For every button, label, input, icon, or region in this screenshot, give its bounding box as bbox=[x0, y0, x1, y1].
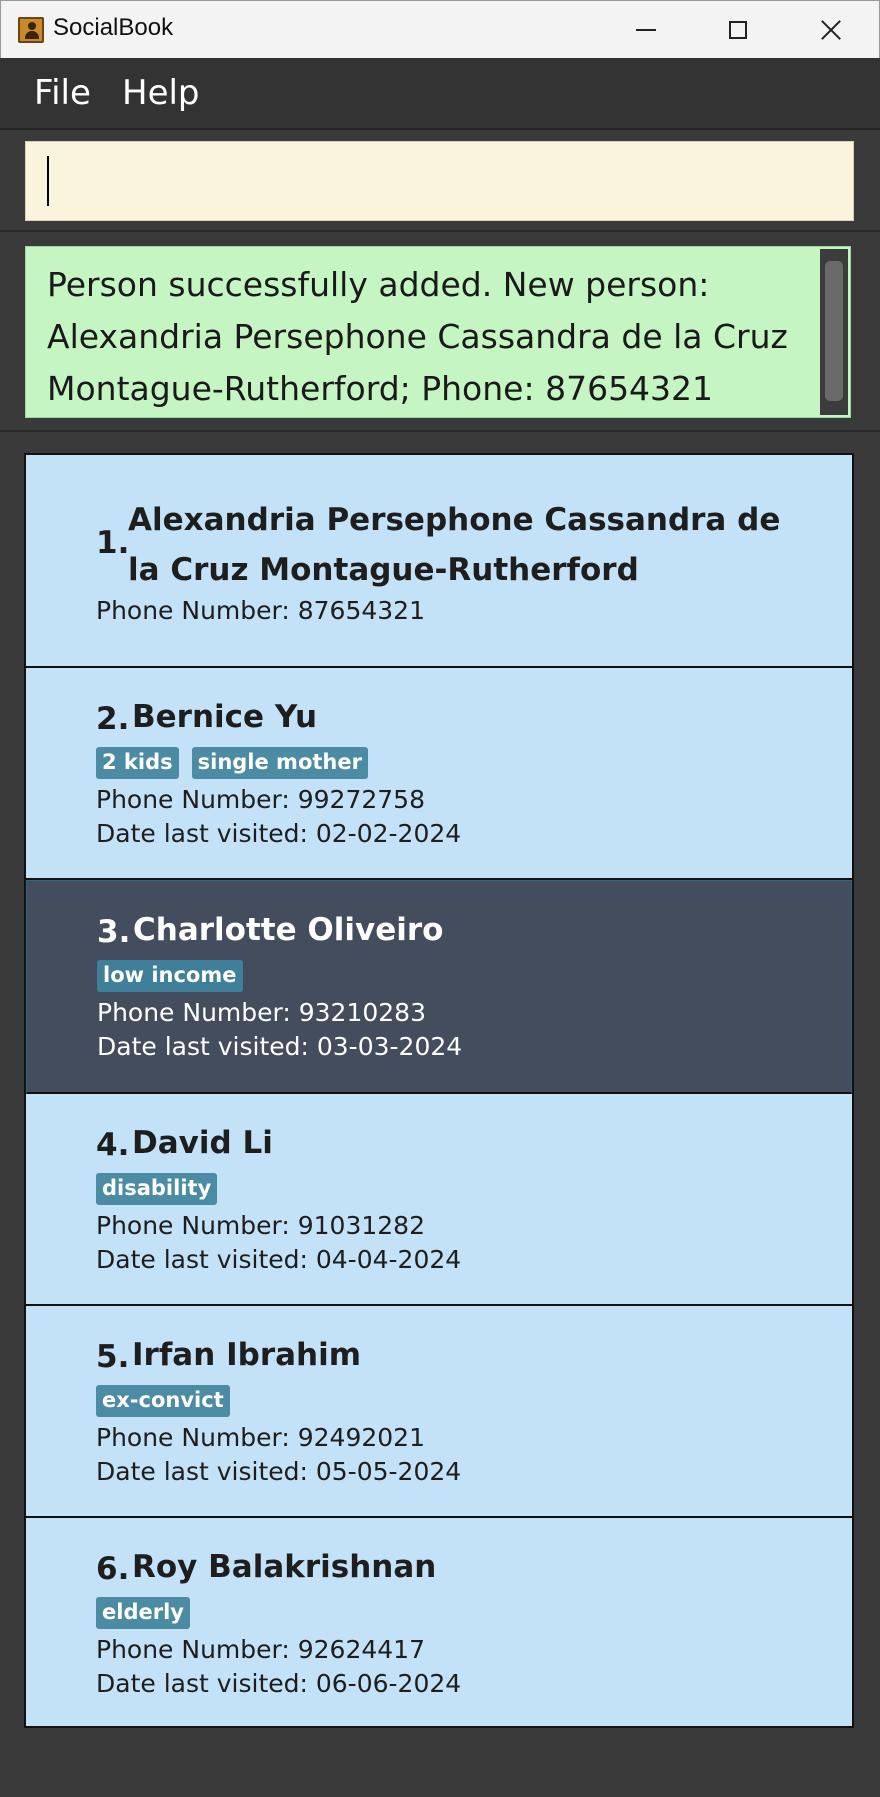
tag-badge: elderly bbox=[96, 1597, 190, 1629]
person-phone: Phone Number: 92492021 bbox=[96, 1423, 425, 1452]
tag-badge: low income bbox=[97, 960, 243, 992]
person-index: 6. bbox=[96, 1551, 130, 1587]
result-scrollbar[interactable] bbox=[820, 249, 848, 415]
tag-badge: 2 kids bbox=[96, 747, 179, 779]
person-name: Bernice Yu bbox=[132, 699, 318, 735]
person-last-visited: Date last visited: 06-06-2024 bbox=[96, 1669, 462, 1698]
person-name: David Li bbox=[132, 1125, 273, 1161]
person-index: 1. bbox=[96, 525, 130, 561]
person-name: Alexandria Persephone Cassandra de la Cr… bbox=[128, 502, 781, 588]
person-index: 3. bbox=[97, 914, 131, 950]
tag-list: low income bbox=[97, 960, 256, 992]
person-name: Roy Balakrishnan bbox=[132, 1549, 437, 1585]
tag-list: elderly bbox=[96, 1597, 203, 1629]
person-card-selected[interactable]: 3. Charlotte Oliveiro low income Phone N… bbox=[26, 880, 852, 1094]
person-last-visited: Date last visited: 02-02-2024 bbox=[96, 819, 462, 848]
person-last-visited: Date last visited: 04-04-2024 bbox=[96, 1245, 462, 1274]
tag-badge: ex-convict bbox=[96, 1385, 230, 1417]
person-phone: Phone Number: 91031282 bbox=[96, 1211, 425, 1240]
window-title: SocialBook bbox=[53, 14, 174, 41]
menu-bar: File Help bbox=[0, 58, 880, 130]
command-box bbox=[0, 130, 880, 230]
command-input[interactable] bbox=[25, 141, 854, 221]
menu-help[interactable]: Help bbox=[122, 73, 200, 113]
person-card[interactable]: 4. David Li disability Phone Number: 910… bbox=[26, 1094, 852, 1306]
minimize-icon[interactable] bbox=[611, 1, 681, 59]
person-card[interactable]: 6. Roy Balakrishnan elderly Phone Number… bbox=[26, 1518, 852, 1726]
person-card[interactable]: 2. Bernice Yu 2 kids single mother Phone … bbox=[26, 668, 852, 880]
maximize-icon[interactable] bbox=[703, 1, 773, 59]
result-message: Person successfully added. New person: A… bbox=[47, 265, 788, 408]
person-card[interactable]: 5. Irfan Ibrahim ex-convict Phone Number… bbox=[26, 1306, 852, 1518]
person-last-visited: Date last visited: 05-05-2024 bbox=[96, 1457, 462, 1486]
tag-list: disability bbox=[96, 1173, 230, 1205]
scrollbar-thumb[interactable] bbox=[825, 261, 843, 401]
person-card[interactable]: 1. Alexandria Persephone Cassandra de la… bbox=[26, 455, 852, 668]
person-name: Irfan Ibrahim bbox=[132, 1337, 362, 1373]
person-phone: Phone Number: 99272758 bbox=[96, 785, 425, 814]
window-footer bbox=[0, 1728, 880, 1797]
person-phone: Phone Number: 87654321 bbox=[96, 596, 425, 625]
menu-file[interactable]: File bbox=[34, 73, 91, 113]
person-phone: Phone Number: 93210283 bbox=[97, 998, 426, 1027]
person-list[interactable]: 1. Alexandria Persephone Cassandra de la… bbox=[24, 453, 854, 1728]
person-index: 4. bbox=[96, 1127, 130, 1163]
title-bar: SocialBook bbox=[0, 0, 880, 58]
app-icon bbox=[18, 17, 44, 43]
person-name: Charlotte Oliveiro bbox=[133, 912, 444, 948]
person-phone: Phone Number: 92624417 bbox=[96, 1635, 425, 1664]
text-caret bbox=[47, 156, 49, 206]
close-icon[interactable] bbox=[795, 1, 865, 59]
person-last-visited: Date last visited: 03-03-2024 bbox=[97, 1032, 463, 1061]
result-box: Person successfully added. New person: A… bbox=[25, 246, 851, 418]
section-divider bbox=[0, 430, 880, 432]
tag-badge: disability bbox=[96, 1173, 218, 1205]
tag-list: ex-convict bbox=[96, 1385, 243, 1417]
tag-badge: single mother bbox=[191, 747, 368, 779]
result-display: Person successfully added. New person: A… bbox=[0, 230, 880, 430]
person-index: 2. bbox=[96, 701, 130, 737]
person-index: 5. bbox=[96, 1339, 130, 1375]
tag-list: 2 kids single mother bbox=[96, 747, 381, 779]
